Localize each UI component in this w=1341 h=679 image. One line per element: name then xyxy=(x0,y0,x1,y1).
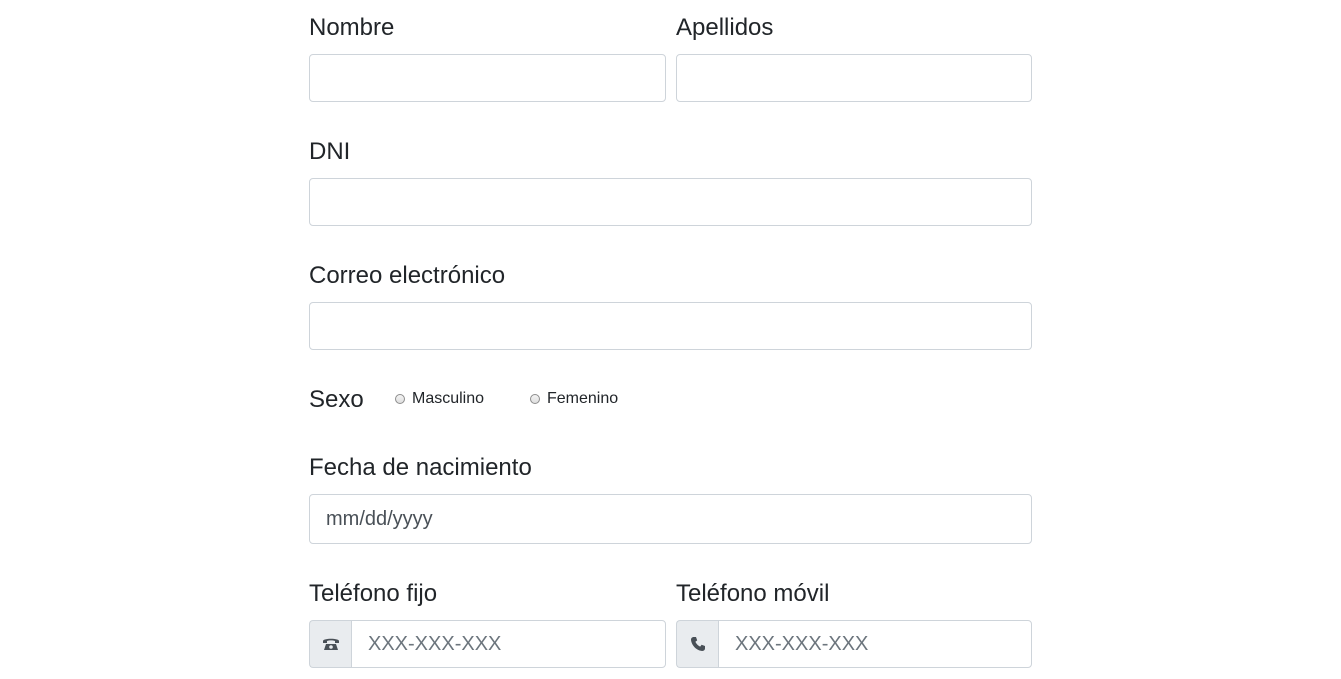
email-label: Correo electrónico xyxy=(309,262,506,289)
sex-option-male[interactable]: Masculino xyxy=(395,390,484,408)
sex-option-male-label: Masculino xyxy=(412,390,485,407)
mobile-input-group xyxy=(676,620,1032,668)
birth-date-format: mm/dd/yyyy xyxy=(326,507,433,530)
landline-input-group xyxy=(309,620,666,668)
landline-label: Teléfono fijo xyxy=(309,580,438,607)
landline-addon xyxy=(309,620,351,668)
landline-input[interactable] xyxy=(351,620,666,668)
radio-female[interactable] xyxy=(530,394,540,404)
radio-male[interactable] xyxy=(395,394,405,404)
mobile-label: Teléfono móvil xyxy=(676,580,830,607)
last-name-input[interactable] xyxy=(676,54,1032,102)
mobile-input[interactable] xyxy=(718,620,1032,668)
birth-date-input[interactable]: mm/dd/yyyy xyxy=(309,494,1032,544)
landline-phone-icon xyxy=(322,638,339,650)
mobile-addon xyxy=(676,620,718,668)
first-name-input[interactable] xyxy=(309,54,666,102)
email-input[interactable] xyxy=(309,302,1032,350)
sex-option-female-label: Femenino xyxy=(547,390,619,407)
last-name-label: Apellidos xyxy=(676,14,774,41)
dni-label: DNI xyxy=(309,138,351,165)
first-name-label: Nombre xyxy=(309,14,395,41)
registration-page: Nombre Apellidos DNI Correo electrónico … xyxy=(0,0,1341,679)
sex-label: Sexo xyxy=(309,386,364,413)
dni-input[interactable] xyxy=(309,178,1032,226)
phone-icon xyxy=(690,637,705,651)
birth-date-label: Fecha de nacimiento xyxy=(309,454,532,481)
sex-option-female[interactable]: Femenino xyxy=(530,390,618,408)
